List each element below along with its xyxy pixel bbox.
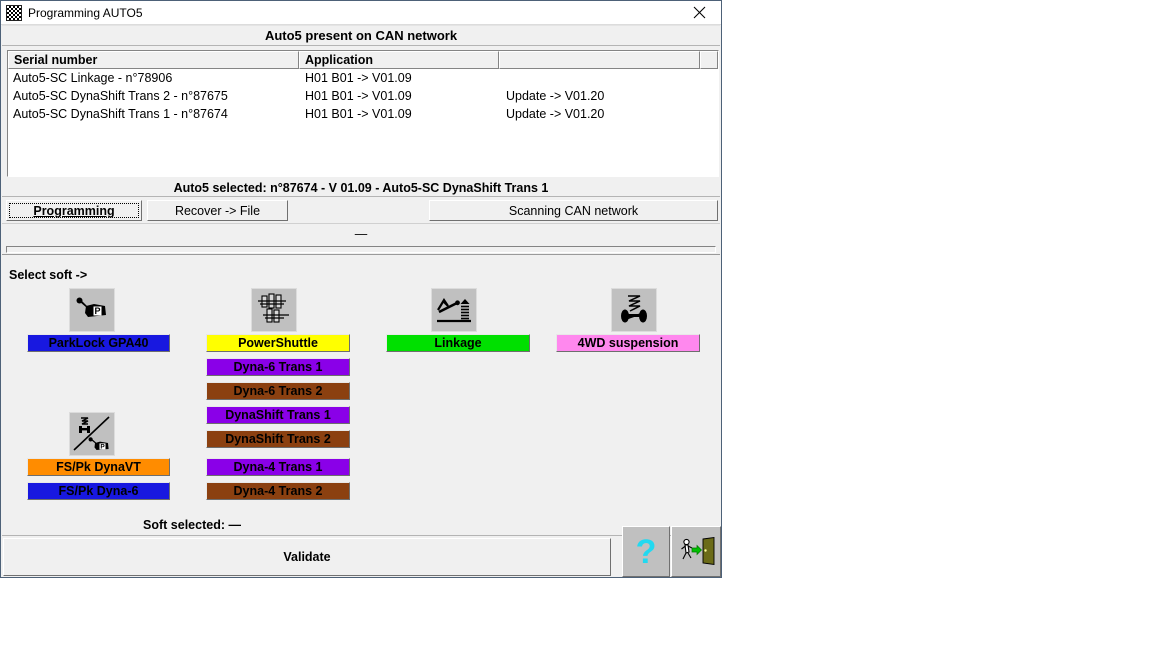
cell-update: Update -> V01.20 [499, 107, 700, 121]
programming-auto5-window: Programming AUTO5 Auto5 present on CAN n… [0, 0, 722, 578]
gearbox-shafts-icon [251, 288, 297, 332]
recover-to-file-label: Recover -> File [175, 204, 260, 218]
window-title: Programming AUTO5 [28, 6, 143, 20]
cell-application: H01 B01 -> V01.09 [299, 89, 499, 103]
soft-button-dyna-4-trans-2[interactable]: Dyna-4 Trans 2 [206, 482, 350, 500]
status-text: — [2, 227, 720, 241]
soft-button-powershuttle[interactable]: PowerShuttle [206, 334, 350, 352]
progress-bar [6, 246, 716, 253]
soft-button-dyna-6-trans-1[interactable]: Dyna-6 Trans 1 [206, 358, 350, 376]
soft-button-dyna-4-trans-1[interactable]: Dyna-4 Trans 1 [206, 458, 350, 476]
column-header-serial-number[interactable]: Serial number [8, 51, 299, 69]
soft-button-dynashift-trans-2[interactable]: DynaShift Trans 2 [206, 430, 350, 448]
soft-button-dyna-6-trans-2[interactable]: Dyna-6 Trans 2 [206, 382, 350, 400]
column-header-application[interactable]: Application [299, 51, 499, 69]
soft-button-label: 4WD suspension [578, 336, 679, 350]
soft-button-label: FS/Pk DynaVT [56, 460, 141, 474]
4wd-suspension-axle-icon [611, 288, 657, 332]
soft-selected-label: Soft selected: — [2, 518, 382, 532]
soft-button-parklock-gpa40[interactable]: ParkLock GPA40 [27, 334, 170, 352]
svg-text:P: P [94, 306, 100, 316]
selected-device-info: Auto5 selected: n°87674 - V 01.09 - Auto… [2, 179, 720, 197]
device-list-body: Auto5-SC Linkage - n°78906 H01 B01 -> V0… [8, 69, 718, 123]
focus-outline: Programming [9, 203, 139, 218]
status-strip-area: — [2, 223, 720, 253]
mode-button-row: Programming Recover -> File Scanning CAN… [4, 200, 720, 221]
table-row[interactable]: Auto5-SC DynaShift Trans 2 - n°87675 H01… [8, 87, 718, 105]
cell-application: H01 B01 -> V01.09 [299, 107, 499, 121]
cell-application: H01 B01 -> V01.09 [299, 71, 499, 85]
soft-button-label: ParkLock GPA40 [49, 336, 149, 350]
cell-serial-number: Auto5-SC Linkage - n°78906 [8, 71, 299, 85]
soft-button-label: Linkage [434, 336, 481, 350]
soft-button-label: Dyna-4 Trans 2 [234, 484, 323, 498]
exit-button[interactable] [671, 526, 721, 577]
table-row[interactable]: Auto5-SC Linkage - n°78906 H01 B01 -> V0… [8, 69, 718, 87]
bottom-divider [2, 535, 720, 536]
soft-button-label: Dyna-6 Trans 2 [234, 384, 323, 398]
soft-button-label: Dyna-4 Trans 1 [234, 460, 323, 474]
can-network-banner: Auto5 present on CAN network [2, 25, 720, 46]
soft-button-label: Dyna-6 Trans 1 [234, 360, 323, 374]
cell-update: Update -> V01.20 [499, 89, 700, 103]
validate-button-label: Validate [283, 550, 330, 564]
soft-selection-panel: Select soft -> P ParkLock GPA40 [2, 254, 720, 523]
help-button[interactable]: ? [622, 526, 670, 577]
cell-serial-number: Auto5-SC DynaShift Trans 1 - n°87674 [8, 107, 299, 121]
column-header-update[interactable] [499, 51, 700, 69]
soft-button-label: PowerShuttle [238, 336, 318, 350]
device-list-header: Serial number Application [8, 51, 718, 69]
close-icon[interactable] [677, 1, 721, 24]
select-soft-label: Select soft -> [9, 268, 87, 282]
table-row[interactable]: Auto5-SC DynaShift Trans 1 - n°87674 H01… [8, 105, 718, 123]
exit-door-icon [676, 537, 716, 567]
soft-button-linkage[interactable]: Linkage [386, 334, 530, 352]
soft-button-label: DynaShift Trans 2 [225, 432, 331, 446]
title-bar: Programming AUTO5 [1, 1, 721, 25]
parklock-gearshift-icon: P [69, 288, 115, 332]
three-point-linkage-icon [431, 288, 477, 332]
validate-button[interactable]: Validate [3, 538, 611, 576]
programming-button[interactable]: Programming [6, 200, 142, 221]
soft-button-4wd-suspension[interactable]: 4WD suspension [556, 334, 700, 352]
column-header-extra[interactable] [700, 51, 718, 69]
scanning-can-network-button[interactable]: Scanning CAN network [429, 200, 718, 221]
soft-button-fs-pk-dyna-6[interactable]: FS/Pk Dyna-6 [27, 482, 170, 500]
soft-button-label: FS/Pk Dyna-6 [59, 484, 139, 498]
soft-button-label: DynaShift Trans 1 [225, 408, 331, 422]
parklock-disabled-suspension-icon: P [69, 412, 115, 456]
scanning-can-network-label: Scanning CAN network [509, 204, 638, 218]
svg-text:P: P [100, 444, 105, 451]
programming-button-label: Programming [33, 204, 114, 218]
question-mark-icon: ? [636, 535, 657, 569]
soft-button-dynashift-trans-1[interactable]: DynaShift Trans 1 [206, 406, 350, 424]
cell-serial-number: Auto5-SC DynaShift Trans 2 - n°87675 [8, 89, 299, 103]
recover-to-file-button[interactable]: Recover -> File [147, 200, 288, 221]
device-list[interactable]: Serial number Application Auto5-SC Linka… [7, 50, 719, 177]
checkered-app-icon [6, 5, 22, 21]
soft-button-fs-pk-dynavt[interactable]: FS/Pk DynaVT [27, 458, 170, 476]
